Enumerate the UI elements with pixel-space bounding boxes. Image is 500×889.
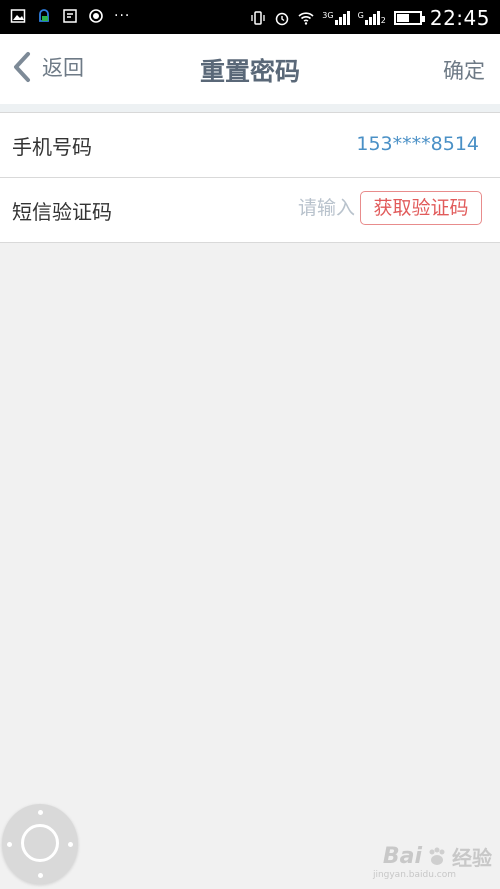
assistive-dot	[68, 842, 73, 847]
clipboard-icon	[63, 9, 77, 23]
phone-row: 手机号码 153****8514	[0, 113, 500, 178]
sms-code-label: 短信验证码	[12, 200, 112, 224]
watermark-url: jingyan.baidu.com	[372, 870, 456, 880]
assistive-ring-icon	[21, 824, 59, 862]
status-time: 22:45	[429, 6, 490, 30]
watermark-brand: Bai	[382, 844, 422, 869]
security-icon	[39, 9, 49, 22]
baidu-watermark: Bai 经验 jingyan.baidu.com	[373, 842, 492, 880]
phone-label: 手机号码	[12, 135, 92, 159]
page-title: 重置密码	[199, 57, 300, 86]
image-icon	[10, 9, 26, 23]
status-bar-right: 3G G 2 22:45	[250, 6, 490, 30]
assistive-dot	[38, 810, 43, 815]
get-code-button[interactable]: 获取验证码	[360, 191, 482, 225]
alarm-icon	[276, 12, 289, 26]
navigation-bar: 返回 重置密码 确定	[0, 34, 500, 105]
phone-value: 153****8514	[356, 133, 479, 155]
wifi-icon	[298, 12, 314, 25]
signal-3g-icon: 3G	[322, 11, 350, 25]
watermark-brand-suffix: 经验	[452, 846, 492, 870]
status-bar-left: ···	[10, 8, 130, 24]
assistive-dot	[38, 873, 43, 878]
assistive-touch-button[interactable]	[2, 804, 78, 884]
sms-code-input[interactable]	[275, 198, 355, 220]
sms-code-row: 短信验证码 获取验证码	[0, 178, 500, 243]
more-notifications-icon: ···	[114, 8, 131, 24]
paw-logo-icon	[429, 847, 445, 865]
battery-icon	[393, 11, 425, 25]
record-icon	[89, 9, 103, 23]
section-divider	[0, 104, 500, 113]
assistive-dot	[7, 842, 12, 847]
status-bar: ··· 3G G 2 22:45	[0, 0, 500, 34]
confirm-button[interactable]: 确定	[443, 55, 485, 85]
vibrate-icon	[251, 11, 265, 25]
signal-g-icon: G 2	[357, 11, 386, 25]
